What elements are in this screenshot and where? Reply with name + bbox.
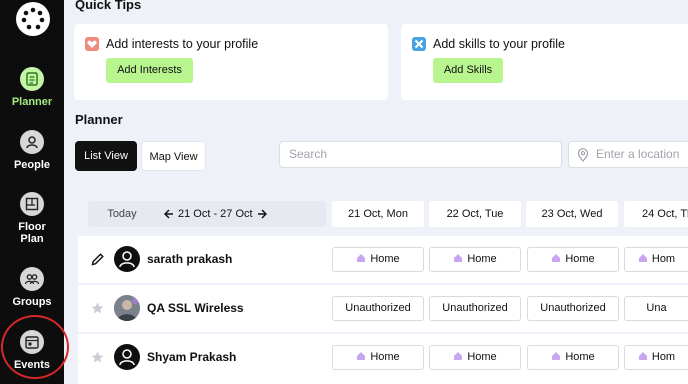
home-icon bbox=[356, 249, 366, 262]
person-name: Shyam Prakash bbox=[147, 350, 237, 364]
status-cell[interactable]: Home bbox=[527, 345, 619, 370]
cell-label: Unauthorized bbox=[442, 302, 508, 314]
status-cell[interactable]: Hom bbox=[624, 345, 688, 370]
pencil-icon[interactable] bbox=[90, 252, 105, 267]
sidebar-item-label: Groups bbox=[12, 296, 52, 308]
day-header: 23 Oct, Wed bbox=[526, 201, 618, 227]
floor-plan-icon bbox=[20, 192, 44, 216]
star-icon[interactable] bbox=[90, 301, 105, 316]
search-input[interactable]: Search bbox=[279, 141, 562, 168]
tools-icon bbox=[412, 37, 426, 51]
cell-label: Home bbox=[370, 253, 400, 265]
cell-label: Hom bbox=[651, 253, 676, 265]
sidebar-item-groups[interactable]: Groups bbox=[0, 267, 64, 308]
groups-icon bbox=[20, 267, 44, 291]
table-row: Shyam Prakash Home Home Home Hom bbox=[78, 334, 688, 384]
cell-label: Home bbox=[565, 253, 595, 265]
main-content: Quick Tips Add interests to your profile… bbox=[64, 0, 688, 384]
person-icon bbox=[20, 130, 44, 154]
home-icon bbox=[356, 347, 366, 360]
location-pin-icon bbox=[577, 148, 589, 162]
sidebar: Planner People Floor Plan Groups Events bbox=[0, 0, 69, 384]
planner-icon bbox=[20, 67, 44, 91]
sidebar-item-label: Floor Plan bbox=[18, 221, 46, 245]
status-cell[interactable]: Home bbox=[332, 247, 424, 272]
sidebar-item-floor-plan[interactable]: Floor Plan bbox=[0, 192, 64, 245]
planner-title: Planner bbox=[75, 112, 123, 127]
home-icon bbox=[551, 249, 561, 262]
cell-label: Una bbox=[646, 302, 667, 314]
home-icon bbox=[453, 347, 463, 360]
heart-icon bbox=[85, 37, 99, 51]
tab-map-view[interactable]: Map View bbox=[141, 141, 206, 171]
tip-text: Add interests to your profile bbox=[106, 37, 259, 51]
arrow-right-icon[interactable] bbox=[256, 207, 268, 221]
home-icon bbox=[551, 347, 561, 360]
status-cell[interactable]: Home bbox=[429, 345, 521, 370]
location-input[interactable]: Enter a location bbox=[568, 141, 688, 168]
cell-label: Hom bbox=[651, 351, 676, 363]
quick-tips-title: Quick Tips bbox=[75, 0, 142, 12]
cell-label: Home bbox=[565, 351, 595, 363]
cell-label: Home bbox=[467, 351, 497, 363]
status-cell[interactable]: Unauthorized bbox=[429, 296, 521, 321]
logo-icon[interactable] bbox=[16, 2, 50, 36]
sidebar-item-label: Planner bbox=[11, 96, 53, 108]
status-cell[interactable]: Una bbox=[624, 296, 688, 321]
location-placeholder: Enter a location bbox=[596, 147, 680, 161]
status-cell[interactable]: Home bbox=[527, 247, 619, 272]
status-cell[interactable]: Home bbox=[332, 345, 424, 370]
star-icon[interactable] bbox=[90, 350, 105, 365]
today-button[interactable]: Today bbox=[88, 201, 156, 227]
day-header: 21 Oct, Mon bbox=[332, 201, 424, 227]
person-name: sarath prakash bbox=[147, 252, 233, 266]
cell-label: Unauthorized bbox=[345, 302, 411, 314]
sidebar-item-label: People bbox=[13, 159, 51, 171]
highlight-circle bbox=[1, 315, 69, 379]
home-icon bbox=[638, 249, 648, 262]
week-navigator: Today 21 Oct - 27 Oct bbox=[88, 201, 326, 227]
sidebar-item-people[interactable]: People bbox=[0, 130, 64, 171]
cell-label: Home bbox=[370, 351, 400, 363]
avatar bbox=[114, 295, 140, 321]
tip-text: Add skills to your profile bbox=[433, 37, 566, 51]
tab-list-view[interactable]: List View bbox=[75, 141, 137, 171]
table-row: QA SSL Wireless Unauthorized Unauthorize… bbox=[78, 285, 688, 332]
home-icon bbox=[453, 249, 463, 262]
arrow-left-icon[interactable] bbox=[163, 207, 175, 221]
status-cell[interactable]: Home bbox=[429, 247, 521, 272]
tip-card-skills: Add skills to your profile Add Skills bbox=[401, 24, 688, 100]
home-icon bbox=[638, 347, 648, 360]
status-cell[interactable]: Unauthorized bbox=[527, 296, 619, 321]
cell-label: Unauthorized bbox=[540, 302, 606, 314]
person-name: QA SSL Wireless bbox=[147, 301, 244, 315]
avatar bbox=[114, 344, 140, 370]
cell-label: Home bbox=[467, 253, 497, 265]
avatar bbox=[114, 246, 140, 272]
status-cell[interactable]: Hom bbox=[624, 247, 688, 272]
add-interests-button[interactable]: Add Interests bbox=[106, 58, 193, 83]
tip-card-interests: Add interests to your profile Add Intere… bbox=[74, 24, 388, 100]
week-range-label: 21 Oct - 27 Oct bbox=[178, 208, 253, 220]
status-cell[interactable]: Unauthorized bbox=[332, 296, 424, 321]
day-header: 22 Oct, Tue bbox=[429, 201, 521, 227]
day-header: 24 Oct, Th bbox=[624, 201, 688, 227]
table-row: sarath prakash Home Home Home Hom bbox=[78, 236, 688, 283]
sidebar-item-planner[interactable]: Planner bbox=[0, 67, 64, 108]
add-skills-button[interactable]: Add Skills bbox=[433, 58, 503, 83]
